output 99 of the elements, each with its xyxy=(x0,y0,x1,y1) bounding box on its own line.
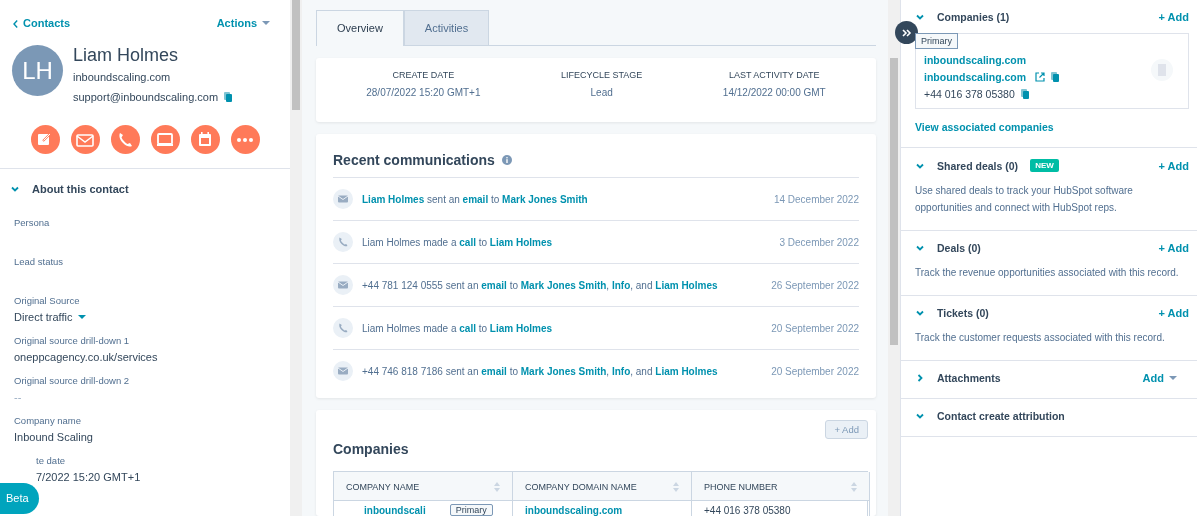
tab[interactable]: Overview xyxy=(316,10,404,46)
add-link[interactable]: + Add xyxy=(1158,159,1189,172)
activity-date: 14 December 2022 xyxy=(773,193,859,205)
field-value: -- xyxy=(14,391,22,403)
phone-icon xyxy=(333,232,353,252)
summary-value: 14/12/2022 00:00 GMT xyxy=(722,87,826,98)
section-title: Attachments xyxy=(937,372,1001,384)
add-dropdown[interactable]: Add xyxy=(1142,372,1177,384)
section-description: Track the customer requests associated with this record. xyxy=(915,331,1166,345)
activity-text: Liam Holmes made a call to Liam Holmes xyxy=(362,236,554,248)
field-label: Original source drill-down 1 xyxy=(14,335,131,346)
field-label: Lead status xyxy=(14,256,65,267)
envelope-icon xyxy=(333,189,353,209)
chevron-down-icon[interactable] xyxy=(915,12,925,22)
screen-button[interactable] xyxy=(150,125,180,154)
chevron-left-icon[interactable] xyxy=(13,20,18,28)
activity-text: +44 746 818 7186 sent an email to Mark Jones Smith, Info, and Liam Holmes xyxy=(362,365,719,377)
company-link[interactable]: inboundscali xyxy=(364,504,426,516)
actions-dropdown[interactable]: Actions xyxy=(216,17,270,29)
info-icon[interactable] xyxy=(501,155,512,165)
copy-icon[interactable] xyxy=(1020,89,1029,99)
primary-tag: Primary xyxy=(449,504,493,516)
activity-date: 20 September 2022 xyxy=(771,322,859,334)
card-title: Recent communications xyxy=(333,152,495,168)
phone-number: +44 016 378 05380 xyxy=(704,504,791,516)
double-chevron-icon xyxy=(901,27,912,38)
field-label: Company name xyxy=(14,415,83,426)
avatar: LH xyxy=(12,45,63,96)
column-header[interactable]: COMPANY NAME xyxy=(334,472,513,500)
scrollbar-thumb[interactable] xyxy=(890,58,898,345)
add-link[interactable]: + Add xyxy=(1158,242,1189,254)
activity-date: 26 September 2022 xyxy=(771,279,859,291)
copy-icon[interactable] xyxy=(1051,72,1060,82)
section-title: Shared deals (0) xyxy=(937,159,1019,172)
activity-date: 20 September 2022 xyxy=(771,365,859,377)
activity-text: Liam Holmes sent an email to Mark Jones Smith xyxy=(362,193,589,205)
primary-tag: Primary xyxy=(915,33,958,49)
domain-link[interactable]: inboundscaling.com xyxy=(924,71,1027,83)
summary-label: LAST ACTIVITY DATE xyxy=(728,70,821,80)
summary-label: LIFECYCLE STAGE xyxy=(561,70,643,80)
chevron-down-icon[interactable] xyxy=(915,308,925,318)
summary-value: 28/07/2022 15:20 GMT+1 xyxy=(366,87,481,98)
caret-icon[interactable] xyxy=(78,315,87,319)
more-button[interactable] xyxy=(230,125,260,154)
section-description: Use shared deals to track your HubSpot software opportunities and connect with HubSpot reps. xyxy=(915,184,1134,215)
add-button[interactable]: + Add xyxy=(825,420,868,439)
phone-number: +44 016 378 05380 xyxy=(924,88,1015,100)
column-header[interactable]: COMPANY DOMAIN NAME xyxy=(513,472,692,500)
note-button[interactable] xyxy=(30,125,60,154)
chevron-down-icon[interactable] xyxy=(10,184,20,194)
section-description: Track the revenue opportunities associated with this record. xyxy=(915,266,1180,280)
domain-link[interactable]: inboundscaling.com xyxy=(525,504,623,516)
external-link-icon[interactable] xyxy=(1035,72,1046,82)
calendar-button[interactable] xyxy=(190,125,220,154)
section-title: Companies (1) xyxy=(937,11,1010,23)
activity-date: 3 December 2022 xyxy=(779,236,859,248)
field-label: Original source drill-down 2 xyxy=(14,375,131,386)
chevron-down-icon[interactable] xyxy=(915,411,925,421)
more-icon xyxy=(237,137,253,142)
email-button[interactable] xyxy=(70,125,100,154)
call-button[interactable] xyxy=(110,125,140,154)
field-value: oneppcagency.co.uk/services xyxy=(14,351,158,363)
summary-label: CREATE DATE xyxy=(391,70,456,80)
card-title: Companies xyxy=(333,441,410,457)
contact-domain: inboundscaling.com xyxy=(73,71,171,83)
copy-icon[interactable] xyxy=(224,92,233,102)
field-value: Inbound Scaling xyxy=(14,431,93,443)
scrollbar-thumb[interactable] xyxy=(292,0,300,110)
building-icon xyxy=(1151,59,1173,81)
add-link[interactable]: + Add xyxy=(1158,307,1189,319)
field-value: 7/2022 15:20 GMT+1 xyxy=(36,471,141,483)
field-label: Persona xyxy=(14,217,51,228)
tab[interactable]: Activities xyxy=(403,10,490,45)
contact-name: Liam Holmes xyxy=(73,45,180,66)
add-link[interactable]: + Add xyxy=(1158,11,1189,23)
column-header[interactable]: PHONE NUMBER xyxy=(692,472,870,500)
section-title: Deals (0) xyxy=(937,242,981,254)
field-label: Original Source xyxy=(14,295,81,306)
field-label: te date xyxy=(36,455,67,466)
summary-value: Lead xyxy=(590,87,613,98)
new-badge: NEW xyxy=(1030,159,1059,172)
company-link[interactable]: inboundscaling.com xyxy=(924,54,1027,66)
section-title: Contact create attribution xyxy=(937,410,1065,422)
phone-icon xyxy=(333,318,353,338)
section-title: Tickets (0) xyxy=(937,307,989,319)
envelope-icon xyxy=(333,275,353,295)
field-value[interactable]: Direct traffic xyxy=(14,311,73,323)
contact-email: support@inboundscaling.com xyxy=(73,91,219,103)
chevron-right-icon[interactable] xyxy=(915,373,925,383)
view-companies-link[interactable]: View associated companies xyxy=(915,121,1054,133)
chevron-down-icon[interactable] xyxy=(915,243,925,253)
section-title: About this contact xyxy=(32,183,129,195)
envelope-icon xyxy=(333,361,353,381)
activity-text: +44 781 124 0555 sent an email to Mark Jones Smith, Info, and Liam Holmes xyxy=(362,279,719,291)
activity-text: Liam Holmes made a call to Liam Holmes xyxy=(362,322,554,334)
beta-button[interactable]: Beta xyxy=(0,483,39,514)
back-link[interactable]: Contacts xyxy=(23,17,71,29)
calendar-icon xyxy=(196,130,214,149)
laptop-icon xyxy=(156,130,174,149)
